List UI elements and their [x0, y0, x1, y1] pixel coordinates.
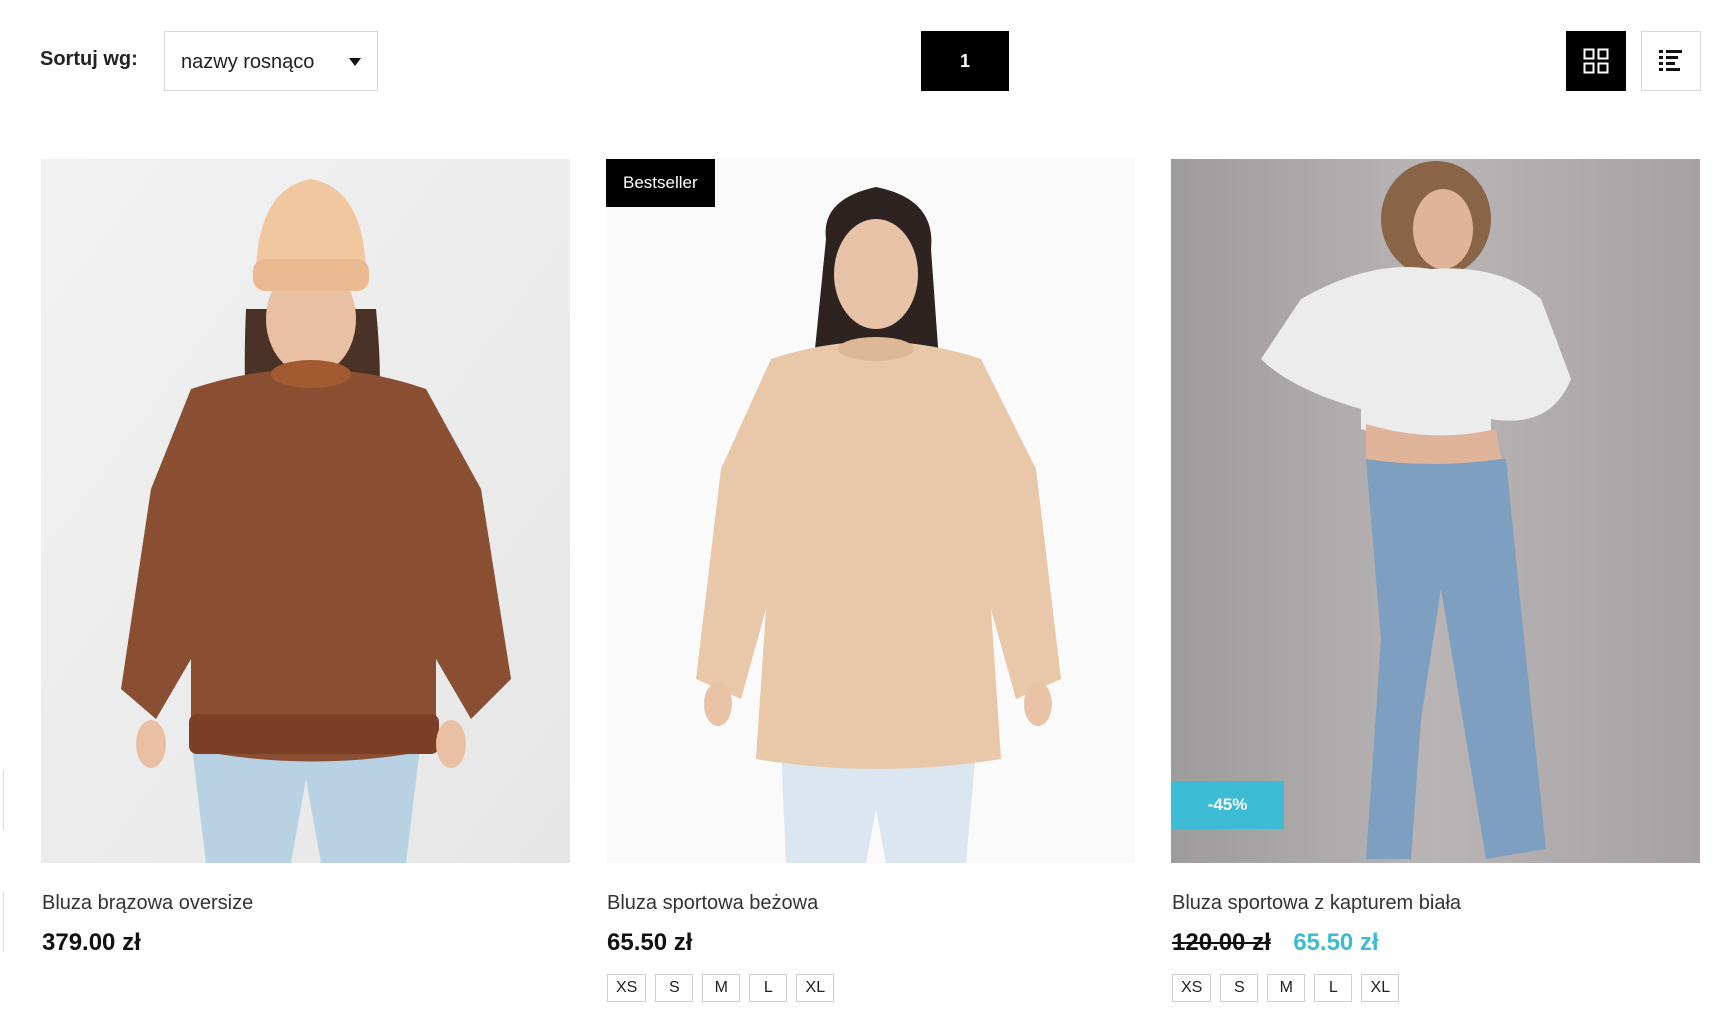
product-card[interactable]: Bluza brązowa oversize 379.00 zł: [41, 159, 570, 956]
caret-down-icon: [349, 58, 361, 66]
product-old-price: 120.00 zł: [1172, 929, 1271, 956]
discount-badge: -45%: [1171, 781, 1284, 829]
bestseller-badge: Bestseller: [606, 159, 715, 207]
sort-select-value: nazwy rosnąco: [181, 51, 315, 73]
size-option[interactable]: XL: [796, 974, 835, 1002]
person-white-hoodie-image: [1171, 159, 1700, 863]
price-row: 379.00 zł: [42, 929, 141, 957]
size-option[interactable]: L: [1314, 974, 1353, 1002]
scroll-edge: [0, 892, 4, 952]
person-brown-sweatshirt-image: [41, 159, 570, 863]
size-option[interactable]: XS: [1172, 974, 1212, 1002]
product-image[interactable]: [41, 159, 570, 863]
size-option[interactable]: XL: [1361, 974, 1400, 1002]
product-price: 65.50 zł: [607, 929, 693, 956]
list-icon: [1659, 50, 1682, 71]
product-image[interactable]: Bestseller: [606, 159, 1135, 863]
size-option[interactable]: XS: [607, 974, 647, 1002]
sort-label: Sortuj wg:: [40, 48, 138, 70]
size-option[interactable]: M: [1267, 974, 1306, 1002]
product-sale-price: 65.50 zł: [1293, 929, 1379, 956]
product-name[interactable]: Bluza brązowa oversize: [42, 892, 253, 915]
sort-select[interactable]: nazwy rosnąco: [164, 31, 378, 91]
size-option[interactable]: L: [749, 974, 788, 1002]
size-option[interactable]: M: [702, 974, 741, 1002]
product-price: 379.00 zł: [42, 929, 141, 956]
product-name[interactable]: Bluza sportowa beżowa: [607, 892, 818, 915]
grid-view-button[interactable]: [1566, 31, 1626, 91]
size-option[interactable]: S: [1220, 974, 1259, 1002]
price-row: 65.50 zł: [607, 929, 692, 957]
product-card[interactable]: -45% Bluza sportowa z kapturem biała 120…: [1171, 159, 1700, 1002]
grid-icon: [1583, 48, 1609, 74]
product-toolbar: Sortuj wg: nazwy rosnąco 1: [0, 0, 1724, 130]
product-card[interactable]: Bestseller Bluza sportowa beżowa 65.50 z…: [606, 159, 1135, 1002]
person-beige-sweatshirt-image: [606, 159, 1135, 863]
price-row: 120.00 zł 65.50 zł: [1172, 929, 1379, 957]
scroll-edge: [0, 770, 4, 830]
size-option[interactable]: S: [655, 974, 694, 1002]
size-options: XS S M L XL: [1172, 974, 1400, 1002]
size-options: XS S M L XL: [607, 974, 835, 1002]
product-image[interactable]: -45%: [1171, 159, 1700, 863]
pagination-page-button[interactable]: 1: [921, 31, 1009, 91]
list-view-button[interactable]: [1641, 31, 1701, 91]
product-name[interactable]: Bluza sportowa z kapturem biała: [1172, 892, 1461, 915]
